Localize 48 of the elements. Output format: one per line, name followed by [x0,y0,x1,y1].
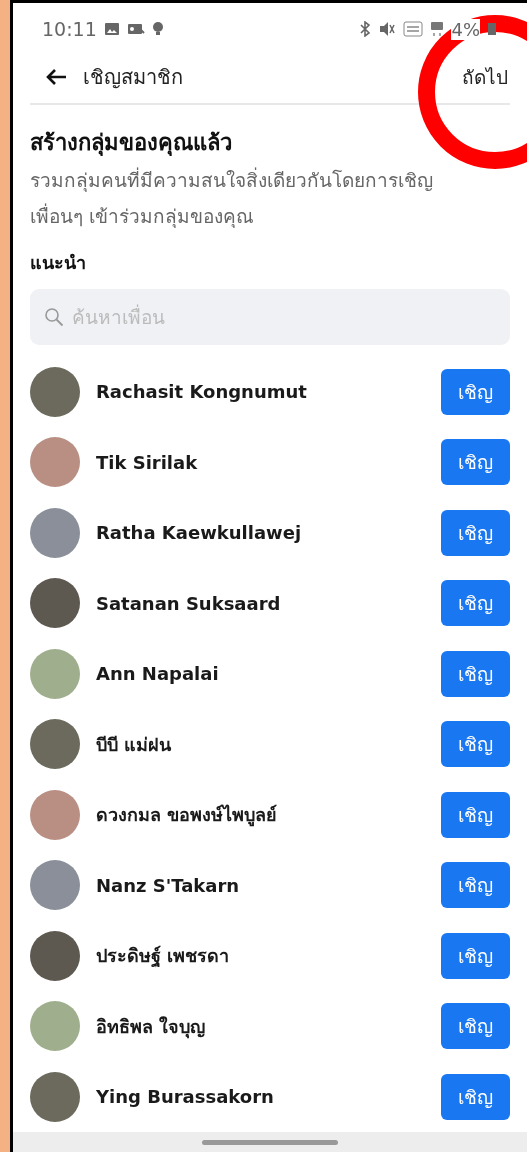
next-button[interactable]: ถัดไป [460,61,510,92]
avatar-photo [30,789,80,840]
friend-name: Rachasit Kongnumut [96,381,308,403]
invite-button[interactable]: เชิญ [441,650,510,697]
avatar-photo [30,930,80,981]
invite-button[interactable]: เชิญ [441,368,510,415]
battery-percent: 4% [451,18,480,40]
image-icon [103,22,120,37]
friend-name: Satanan Suksaard [96,592,282,614]
avatar-photo [30,1001,80,1052]
avatar-photo [30,578,80,629]
invite-button[interactable]: เชิญ [441,932,510,979]
invite-description: รวมกลุ่มคนที่มีความสนใจสิ่งเดียวกันโดยการเชิญเพื่อนๆ เข้าร่วมกลุ่มของคุณ [30,166,434,230]
friend-name: ดวงกมล ขอพงษ์ไพบูลย์ [96,803,279,829]
section-heading: แนะนำ [30,250,87,275]
invite-button[interactable]: เชิญ [441,1073,510,1120]
card-icon [126,22,145,37]
avatar-photo [30,860,80,911]
clock-time: 10:11 [42,18,97,41]
friend-name: Nanz S'Takarn [96,874,241,896]
search-icon [44,306,64,327]
friend-name: บีบี แม่ฝน [96,732,173,757]
search-field[interactable]: ค้นหาเพื่อน [30,288,510,345]
page-title: เชิญสมาชิก [83,63,184,91]
friend-name: Ann Napalai [96,663,220,685]
invite-button[interactable]: เชิญ [441,439,510,486]
friend-name: Tik Sirilak [96,451,199,473]
avatar-photo [30,437,80,488]
invite-button[interactable]: เชิญ [441,1003,510,1050]
friend-name: ประดิษฐ์ เพชรดา [96,944,231,969]
invite-button[interactable]: เชิญ [441,862,510,909]
battery-icon [487,22,497,37]
invite-button[interactable]: เชิญ [441,721,510,768]
friend-name: อิทธิพล ใจบุญ [96,1014,207,1041]
group-created-heading: สร้างกลุ่มของคุณแล้ว [30,128,233,158]
invite-button[interactable]: เชิญ [441,509,510,556]
mute-icon [378,21,397,38]
avatar-photo [30,1071,80,1122]
avatar-photo [30,648,80,699]
avatar-photo [30,719,80,770]
avatar-photo [30,507,80,558]
avatar-photo [30,366,80,417]
invite-button[interactable]: เชิญ [441,791,510,838]
friend-name: Ratha Kaewkullawej [96,522,303,544]
invite-button[interactable]: เชิญ [441,580,510,627]
friend-name: Ying Burassakorn [96,1086,275,1108]
bluetooth-icon [359,21,372,38]
bulb-icon [151,21,164,38]
